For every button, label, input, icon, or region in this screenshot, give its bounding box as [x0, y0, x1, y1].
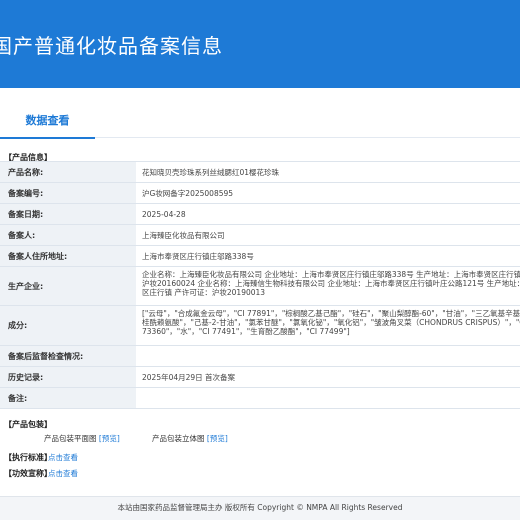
table-row: 备案后监督检查情况: [0, 346, 520, 367]
row-value: 2025年04月29日 首次备案 [142, 372, 236, 382]
standard-section-title: 【执行标准】 [4, 453, 52, 462]
row-label: 备案后监督检查情况: [0, 346, 136, 366]
packaging-section-title: 【产品包装】 [4, 420, 52, 429]
row-value: 上海臻臣化妆品有限公司 [142, 230, 225, 240]
header-banner: 国产普通化妆品备案信息 [0, 0, 520, 88]
row-value [142, 388, 520, 408]
standard-view-link[interactable]: 点击查看 [48, 452, 78, 463]
row-value: 沪G妆网备字2025008595 [142, 188, 234, 198]
row-label: 成分: [0, 306, 136, 345]
package-plan-preview-link[interactable]: [预览] [99, 434, 120, 443]
row-label: 备案日期: [0, 204, 136, 224]
package-plan-label: 产品包装平面图 [44, 434, 97, 443]
table-row: 生产企业: 企业名称：上海臻臣化妆品有限公司 企业地址：上海市奉贤区庄行镇庄邬路… [0, 267, 520, 306]
table-row: 备注: [0, 388, 520, 409]
row-label: 生产企业: [0, 267, 136, 305]
row-label: 备案人: [0, 225, 136, 245]
footer: 本站由国家药品监督管理局主办 版权所有 Copyright © NMPA All… [0, 496, 520, 520]
table-row: 历史记录: 2025年04月29日 首次备案 [0, 367, 520, 388]
product-info-table: 产品名称: 花知晓贝壳珍珠系列丝绒腮红01樱花珍珠 备案编号: 沪G妆网备字20… [0, 161, 520, 409]
package-plan: 产品包装平面图 [预览] [44, 433, 120, 444]
row-label: 历史记录: [0, 367, 136, 387]
efficacy-section-title: 【功效宣称】 [4, 469, 52, 478]
table-row: 成分: ["云母"，"合成氟金云母"，"CI 77891"，"棕榈酸乙基己酯"，… [0, 306, 520, 346]
row-value: 2025-04-28 [142, 209, 186, 219]
row-value: ["云母"，"合成氟金云母"，"CI 77891"，"棕榈酸乙基己酯"，"硅石"… [142, 309, 520, 336]
table-row: 备案人住所地址: 上海市奉贤区庄行镇庄邬路338号 [0, 246, 520, 267]
row-value [142, 346, 520, 366]
row-value: 企业名称：上海臻臣化妆品有限公司 企业地址：上海市奉贤区庄行镇庄邬路338号 生… [142, 270, 520, 297]
package-solid-preview-link[interactable]: [预览] [207, 434, 228, 443]
row-label: 产品名称: [0, 162, 136, 182]
row-value: 花知晓贝壳珍珠系列丝绒腮红01樱花珍珠 [142, 167, 280, 177]
page: 国产普通化妆品备案信息 数据查看 【产品信息】 产品名称: 花知晓贝壳珍珠系列丝… [0, 0, 520, 520]
tab-data-view[interactable]: 数据查看 [0, 106, 95, 139]
row-label: 备案人住所地址: [0, 246, 136, 266]
package-solid-label: 产品包装立体图 [152, 434, 205, 443]
table-row: 备案人: 上海臻臣化妆品有限公司 [0, 225, 520, 246]
row-label: 备案编号: [0, 183, 136, 203]
efficacy-view-link[interactable]: 点击查看 [48, 468, 78, 479]
footer-copyright: 本站由国家药品监督管理局主办 版权所有 Copyright © NMPA All… [117, 503, 403, 512]
row-value: 上海市奉贤区庄行镇庄邬路338号 [142, 251, 254, 261]
table-row: 产品名称: 花知晓贝壳珍珠系列丝绒腮红01樱花珍珠 [0, 162, 520, 183]
table-row: 备案日期: 2025-04-28 [0, 204, 520, 225]
tab-bar: 数据查看 [0, 106, 520, 139]
table-row: 备案编号: 沪G妆网备字2025008595 [0, 183, 520, 204]
row-label: 备注: [0, 388, 136, 408]
package-solid: 产品包装立体图 [预览] [152, 433, 228, 444]
page-title: 国产普通化妆品备案信息 [0, 34, 223, 58]
